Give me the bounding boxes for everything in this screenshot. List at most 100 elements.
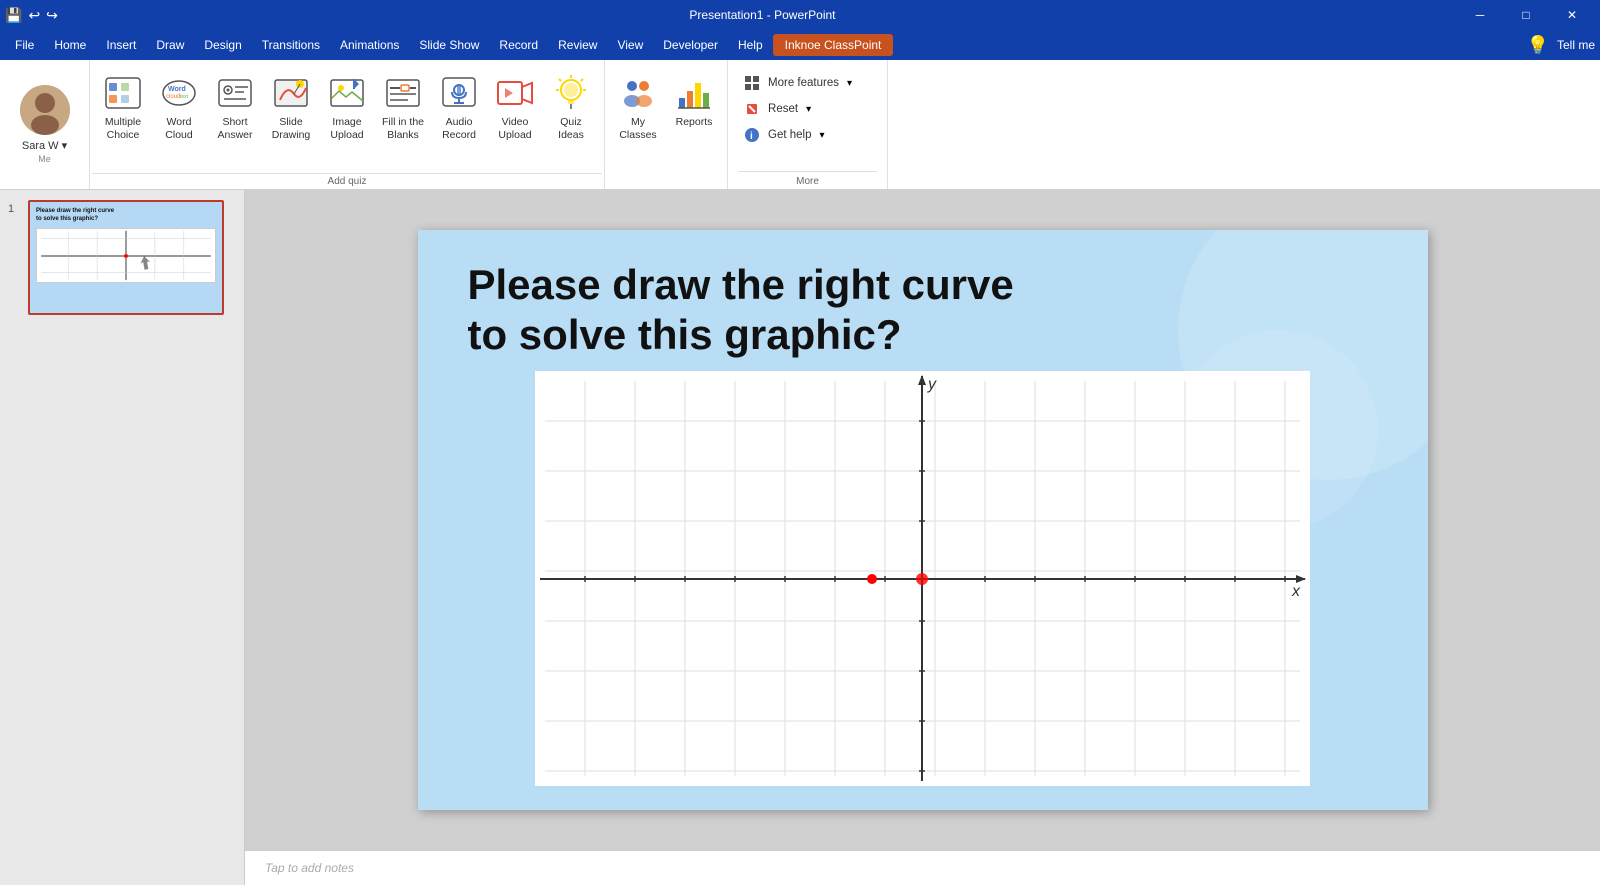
more-features-label: More features bbox=[768, 77, 839, 89]
maximize-btn[interactable]: □ bbox=[1503, 0, 1549, 31]
menu-bar: File Home Insert Draw Design Transitions… bbox=[0, 30, 1600, 60]
close-btn[interactable]: ✕ bbox=[1549, 0, 1595, 31]
main-slide[interactable]: Please draw the right curve to solve thi… bbox=[418, 230, 1428, 810]
video-upload-label: VideoUpload bbox=[498, 116, 531, 141]
my-classes-icon bbox=[618, 73, 658, 113]
notes-bar[interactable]: Tap to add notes bbox=[245, 850, 1600, 885]
lightbulb-icon: 💡 bbox=[1527, 35, 1549, 56]
quiz-ideas-btn[interactable]: QuizIdeas bbox=[544, 69, 598, 145]
user-name-label[interactable]: Sara W ▾ bbox=[22, 139, 67, 152]
menu-insert[interactable]: Insert bbox=[96, 34, 146, 56]
get-help-btn[interactable]: i Get help ▾ bbox=[738, 122, 877, 148]
info-icon: i bbox=[742, 125, 762, 145]
graph-container: y x bbox=[535, 371, 1310, 786]
fill-blanks-label: Fill in theBlanks bbox=[382, 116, 424, 141]
quiz-ideas-icon bbox=[551, 73, 591, 113]
quiz-ideas-label: QuizIdeas bbox=[558, 116, 584, 141]
slide-thumb-graph bbox=[36, 228, 216, 283]
reset-chevron: ▾ bbox=[806, 104, 811, 115]
slide-panel: 1 Please draw the right curveto solve th… bbox=[0, 190, 245, 885]
multiple-choice-btn[interactable]: MultipleChoice bbox=[96, 69, 150, 145]
menu-slideshow[interactable]: Slide Show bbox=[409, 34, 489, 56]
svg-text:y: y bbox=[927, 376, 937, 393]
short-answer-icon bbox=[215, 73, 255, 113]
quick-access-toolbar: 💾 ↩ ↪ bbox=[5, 7, 58, 24]
window-title: Presentation1 - PowerPoint bbox=[68, 8, 1457, 22]
avatar bbox=[20, 85, 70, 135]
short-answer-label: ShortAnswer bbox=[217, 116, 252, 141]
add-quiz-group-label: Add quiz bbox=[92, 173, 602, 189]
reports-label: Reports bbox=[676, 116, 713, 129]
grid-icon bbox=[742, 73, 762, 93]
svg-text:i: i bbox=[750, 131, 753, 142]
get-help-label: Get help bbox=[768, 129, 811, 141]
slide-drawing-btn[interactable]: SlideDrawing bbox=[264, 69, 318, 145]
svg-text:x: x bbox=[1291, 583, 1301, 600]
video-upload-icon bbox=[495, 73, 535, 113]
multiple-choice-label: MultipleChoice bbox=[105, 116, 141, 141]
short-answer-btn[interactable]: ShortAnswer bbox=[208, 69, 262, 145]
reports-icon bbox=[674, 73, 714, 113]
word-cloud-label: WordCloud bbox=[165, 116, 192, 141]
image-upload-btn[interactable]: ImageUpload bbox=[320, 69, 374, 145]
get-help-chevron: ▾ bbox=[820, 130, 825, 141]
classes-reports-group: MyClasses Reports - bbox=[605, 60, 728, 189]
menu-classpoint[interactable]: Inknoe ClassPoint bbox=[773, 34, 894, 56]
menu-review[interactable]: Review bbox=[548, 34, 607, 56]
menu-animations[interactable]: Animations bbox=[330, 34, 409, 56]
more-section: More features ▾ Reset ▾ i Get help ▾ bbox=[728, 60, 888, 189]
audio-record-label: AudioRecord bbox=[442, 116, 476, 141]
slide-drawing-icon bbox=[271, 73, 311, 113]
multiple-choice-icon bbox=[103, 73, 143, 113]
video-upload-btn[interactable]: VideoUpload bbox=[488, 69, 542, 145]
save-icon[interactable]: 💾 bbox=[5, 7, 22, 24]
svg-text:cloud: cloud bbox=[166, 94, 180, 100]
notes-placeholder: Tap to add notes bbox=[265, 861, 354, 875]
reset-btn[interactable]: Reset ▾ bbox=[738, 96, 877, 122]
menu-draw[interactable]: Draw bbox=[146, 34, 194, 56]
fill-blanks-icon bbox=[383, 73, 423, 113]
my-classes-btn[interactable]: MyClasses bbox=[611, 69, 665, 145]
slide-title-line2: to solve this graphic? bbox=[468, 311, 902, 358]
slide-title-line1: Please draw the right curve bbox=[468, 261, 1014, 308]
menu-record[interactable]: Record bbox=[489, 34, 548, 56]
menu-home[interactable]: Home bbox=[44, 34, 96, 56]
fill-blanks-btn[interactable]: Fill in theBlanks bbox=[376, 69, 430, 145]
user-section[interactable]: Sara W ▾ Me bbox=[0, 60, 90, 189]
word-cloud-btn[interactable]: Word cloud text WordCloud bbox=[152, 69, 206, 145]
slide-1-container: 1 Please draw the right curveto solve th… bbox=[8, 200, 236, 315]
redo-icon[interactable]: ↪ bbox=[46, 7, 58, 24]
audio-record-btn[interactable]: AudioRecord bbox=[432, 69, 486, 145]
quiz-buttons: MultipleChoice Word cloud text WordCloud bbox=[92, 65, 602, 173]
more-features-btn[interactable]: More features ▾ bbox=[738, 70, 877, 96]
slide-drawing-label: SlideDrawing bbox=[272, 116, 311, 141]
menu-help[interactable]: Help bbox=[728, 34, 773, 56]
tell-me-label[interactable]: Tell me bbox=[1557, 38, 1595, 52]
reports-btn[interactable]: Reports bbox=[667, 69, 721, 133]
slide-area: Please draw the right curve to solve thi… bbox=[245, 190, 1600, 850]
main-canvas: Please draw the right curve to solve thi… bbox=[245, 190, 1600, 885]
menu-transitions[interactable]: Transitions bbox=[252, 34, 330, 56]
menu-design[interactable]: Design bbox=[194, 34, 251, 56]
slide-thumbnail-1[interactable]: Please draw the right curveto solve this… bbox=[28, 200, 224, 315]
reset-icon bbox=[742, 99, 762, 119]
menu-developer[interactable]: Developer bbox=[653, 34, 728, 56]
image-upload-label: ImageUpload bbox=[330, 116, 363, 141]
title-bar: 💾 ↩ ↪ Presentation1 - PowerPoint ─ □ ✕ bbox=[0, 0, 1600, 30]
word-cloud-icon: Word cloud text bbox=[159, 73, 199, 113]
slide-number-1: 1 bbox=[8, 203, 22, 215]
window-controls: ─ □ ✕ bbox=[1457, 0, 1595, 31]
my-classes-label: MyClasses bbox=[619, 116, 656, 141]
slide-thumb-content-1: Please draw the right curveto solve this… bbox=[30, 202, 222, 313]
graph-wrapper: y x bbox=[418, 371, 1428, 786]
more-features-chevron: ▾ bbox=[847, 78, 852, 89]
me-label: Me bbox=[38, 154, 51, 164]
svg-text:Word: Word bbox=[168, 86, 186, 93]
menu-view[interactable]: View bbox=[607, 34, 653, 56]
menu-file[interactable]: File bbox=[5, 34, 44, 56]
minimize-btn[interactable]: ─ bbox=[1457, 0, 1503, 31]
reset-label: Reset bbox=[768, 103, 798, 115]
svg-text:text: text bbox=[180, 94, 189, 100]
app-body: 1 Please draw the right curveto solve th… bbox=[0, 190, 1600, 885]
undo-icon[interactable]: ↩ bbox=[28, 7, 40, 24]
